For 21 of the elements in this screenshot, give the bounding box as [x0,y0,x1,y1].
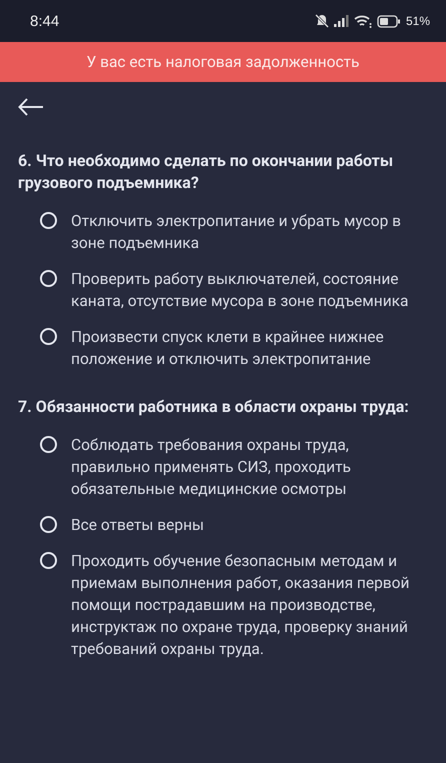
wifi-icon [354,14,372,28]
answer-option[interactable]: Проходить обучение безопасным методам и приемам выполнения работ, оказания первой помощи пострадавшим на производстве, инструктаж по охране труда, проверку знаний требований охраны труда. [71,550,428,660]
radio-button[interactable] [40,436,57,453]
answer-option[interactable]: Отключить электропитание и убрать мусор в зоне подъемника [71,210,428,254]
muted-bell-icon [314,14,329,28]
battery-percent: 51% [406,14,430,28]
back-arrow-icon[interactable] [18,98,44,116]
question-title: 7. Обязанности работника в области охраны труда: [18,396,410,418]
battery-icon [376,14,401,28]
answer-option[interactable]: Соблюдать требования охраны труда, правильно применять СИЗ, проходить обязательные медицинские осмотры [71,434,428,500]
answer-option[interactable]: Произвести спуск клети в крайнее нижнее положение и отключить электропитание [71,326,428,370]
signal-icon [334,15,349,27]
radio-button[interactable] [40,328,57,345]
answer-option[interactable]: Проверить работу выключателей, состояние каната, отсутствие мусора в зоне подъемника [71,268,428,312]
radio-button[interactable] [40,516,57,533]
status-time: 8:44 [30,12,60,30]
radio-button[interactable] [40,212,57,229]
question-title: 6. Что необходимо сделать по окончании работы грузового подъемника? [18,150,394,194]
radio-button[interactable] [40,270,57,287]
radio-button[interactable] [40,552,57,569]
answer-option[interactable]: Все ответы верны [71,514,204,536]
